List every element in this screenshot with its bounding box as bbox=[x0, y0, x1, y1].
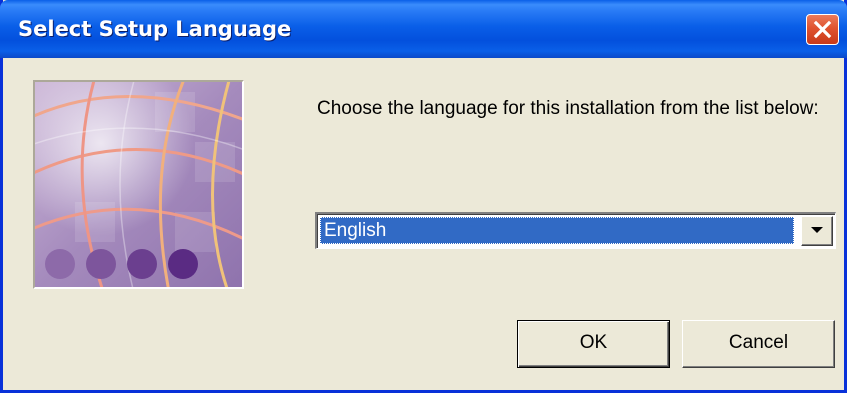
language-dropdown[interactable]: English bbox=[315, 212, 836, 249]
setup-language-dialog: Select Setup Language Choose the languag… bbox=[0, 0, 847, 393]
close-button[interactable] bbox=[806, 14, 839, 45]
ok-button[interactable]: OK bbox=[517, 320, 670, 368]
chevron-down-icon bbox=[811, 227, 823, 233]
instruction-text: Choose the language for this installatio… bbox=[317, 98, 819, 119]
title-bar[interactable]: Select Setup Language bbox=[0, 0, 847, 58]
close-icon bbox=[813, 20, 832, 39]
dropdown-button[interactable] bbox=[801, 216, 833, 246]
window-title: Select Setup Language bbox=[18, 17, 292, 41]
setup-globe-logo bbox=[33, 80, 244, 289]
language-selected-value[interactable]: English bbox=[320, 217, 794, 244]
cancel-button[interactable]: Cancel bbox=[682, 320, 835, 368]
